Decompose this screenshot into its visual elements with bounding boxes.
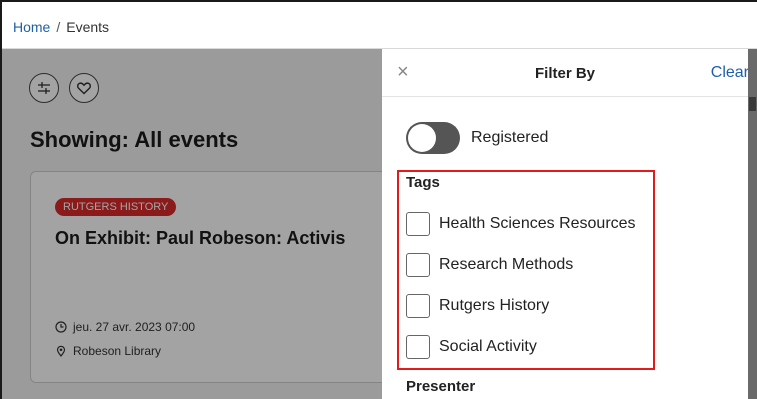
event-location: Robeson Library — [55, 344, 161, 358]
filter-panel: × Filter By Clear Registered Tags Health… — [382, 49, 749, 399]
filter-panel-header: × Filter By Clear — [382, 49, 749, 97]
tag-checkbox[interactable] — [406, 335, 430, 359]
breadcrumb-home-link[interactable]: Home — [13, 19, 50, 35]
scrollbar-thumb[interactable] — [749, 97, 756, 111]
filter-button[interactable] — [29, 73, 59, 103]
tag-label: Health Sciences Resources — [439, 215, 636, 232]
event-title[interactable]: On Exhibit: Paul Robeson: Activis — [55, 228, 345, 249]
filter-panel-title: Filter By — [534, 65, 595, 82]
clear-filters-link[interactable]: Clear — [711, 64, 749, 82]
tag-checkbox[interactable] — [406, 212, 430, 236]
presenter-section-title: Presenter — [406, 378, 476, 395]
toggle-knob — [408, 124, 436, 152]
tag-checkbox[interactable] — [406, 253, 430, 277]
page-heading: Showing: All events — [30, 127, 239, 152]
breadcrumb: Home / Events — [13, 19, 109, 35]
event-location-text: Robeson Library — [73, 344, 162, 358]
tag-checkbox-row[interactable]: Rutgers History — [406, 294, 549, 318]
tag-checkbox[interactable] — [406, 294, 430, 318]
event-datetime-text: jeu. 27 avr. 2023 07:00 — [73, 320, 196, 334]
tag-label: Rutgers History — [439, 297, 550, 314]
scrollbar[interactable] — [748, 49, 757, 399]
breadcrumb-bar: Home / Events — [2, 2, 757, 49]
tag-label: Research Methods — [439, 256, 574, 273]
tag-label: Social Activity — [439, 338, 537, 355]
breadcrumb-separator: / — [56, 19, 61, 35]
location-pin-icon — [56, 345, 66, 357]
tag-checkbox-row[interactable]: Research Methods — [406, 253, 573, 277]
tag-checkbox-row[interactable]: Social Activity — [406, 335, 537, 359]
event-card[interactable]: RUTGERS HISTORY On Exhibit: Paul Robeson… — [30, 171, 410, 383]
registered-label: Registered — [471, 129, 549, 146]
registered-toggle-row[interactable]: Registered — [406, 122, 548, 154]
tag-checkbox-row[interactable]: Health Sciences Resources — [406, 212, 636, 236]
events-main: Showing: All events RUTGERS HISTORY On E… — [2, 49, 410, 399]
registered-toggle[interactable] — [406, 122, 460, 154]
event-tag-badge: RUTGERS HISTORY — [55, 198, 177, 216]
sliders-icon — [38, 82, 50, 94]
tags-section-title: Tags — [406, 174, 440, 191]
clock-icon — [55, 321, 67, 333]
favorite-button[interactable] — [69, 73, 99, 103]
heart-icon — [77, 82, 91, 95]
breadcrumb-current: Events — [66, 19, 110, 35]
event-datetime: jeu. 27 avr. 2023 07:00 — [55, 320, 195, 334]
